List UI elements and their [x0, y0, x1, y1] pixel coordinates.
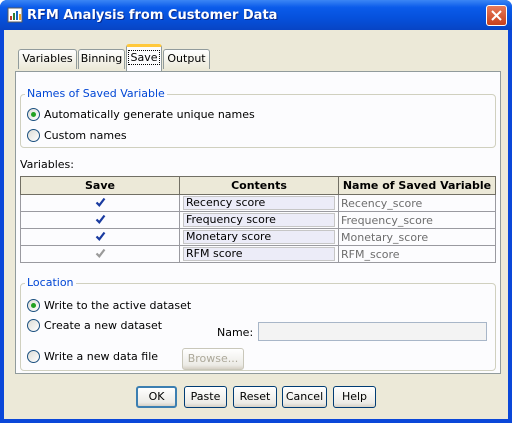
window-title: RFM Analysis from Customer Data	[27, 8, 278, 23]
tab-binning-label: Binning	[80, 52, 123, 65]
write-file-radio[interactable]	[27, 350, 40, 363]
column-header-contents: Contents	[179, 176, 339, 195]
column-header-save: Save	[20, 176, 180, 195]
contents-value: Monetary score	[183, 230, 335, 244]
tab-output[interactable]: Output	[163, 49, 210, 69]
contents-cell: RFM score	[179, 245, 339, 263]
table-row: RFM score RFM_score	[20, 245, 496, 263]
write-active-label: Write to the active dataset	[44, 299, 192, 312]
name-label: Name:	[217, 326, 254, 339]
help-button[interactable]: Help	[333, 386, 376, 408]
table-row: Monetary score Monetary_score	[20, 228, 496, 246]
create-dataset-radio[interactable]	[27, 319, 40, 332]
tab-save[interactable]: Save	[126, 44, 162, 71]
ok-button[interactable]: OK	[136, 386, 177, 408]
contents-value: Recency score	[183, 196, 335, 210]
auto-names-radio[interactable]	[27, 108, 40, 121]
contents-value: RFM score	[183, 247, 335, 261]
auto-names-label: Automatically generate unique names	[44, 108, 255, 121]
custom-names-radio[interactable]	[27, 129, 40, 142]
tab-binning[interactable]: Binning	[78, 49, 125, 69]
column-header-saved-name: Name of Saved Variable	[338, 176, 496, 195]
table-row: Frequency score Frequency_score	[20, 211, 496, 229]
dialog-window: RFM Analysis from Customer Data Variable…	[0, 0, 512, 423]
close-button[interactable]	[486, 5, 507, 26]
close-icon	[491, 10, 502, 21]
table-row: Recency score Recency_score	[20, 194, 496, 212]
paste-button[interactable]: Paste	[184, 386, 227, 408]
custom-names-label: Custom names	[44, 129, 127, 142]
app-icon	[7, 7, 23, 23]
cancel-button[interactable]: Cancel	[282, 386, 327, 408]
save-checkbox[interactable]	[95, 214, 106, 225]
save-cell	[20, 194, 180, 212]
saved-name-cell[interactable]: Recency_score	[338, 194, 496, 212]
contents-cell: Monetary score	[179, 228, 339, 246]
save-checkbox-disabled	[95, 248, 105, 258]
save-cell	[20, 211, 180, 229]
location-group-title: Location	[25, 276, 76, 289]
tab-save-label: Save	[128, 50, 160, 65]
tab-output-label: Output	[167, 52, 206, 65]
title-bar[interactable]: RFM Analysis from Customer Data	[0, 0, 512, 30]
save-cell	[20, 245, 180, 263]
variables-label: Variables:	[20, 158, 74, 171]
write-active-radio[interactable]	[27, 299, 40, 312]
dialog-client-area: Variables Binning Save Output Names of S…	[4, 30, 508, 419]
tab-variables-label: Variables	[22, 52, 73, 65]
location-group: Location Write to the active dataset Cre…	[20, 276, 496, 371]
contents-cell: Frequency score	[179, 211, 339, 229]
tab-variables[interactable]: Variables	[18, 49, 77, 69]
contents-cell: Recency score	[179, 194, 339, 212]
table-header-row: Save Contents Name of Saved Variable	[20, 176, 496, 195]
variables-table: Save Contents Name of Saved Variable Rec…	[20, 176, 496, 263]
dataset-name-input[interactable]	[258, 322, 487, 341]
browse-button[interactable]: Browse...	[182, 348, 244, 370]
contents-value: Frequency score	[183, 213, 335, 227]
saved-name-cell[interactable]: RFM_score	[338, 245, 496, 263]
save-cell	[20, 228, 180, 246]
saved-name-cell[interactable]: Frequency_score	[338, 211, 496, 229]
save-checkbox[interactable]	[95, 197, 106, 208]
create-dataset-label: Create a new dataset	[44, 319, 163, 332]
reset-button[interactable]: Reset	[233, 386, 277, 408]
names-group: Names of Saved Variable Automatically ge…	[20, 87, 496, 148]
save-checkbox[interactable]	[95, 231, 106, 242]
names-group-title: Names of Saved Variable	[25, 87, 167, 100]
write-file-label: Write a new data file	[44, 350, 159, 363]
save-tab-panel: Names of Saved Variable Automatically ge…	[15, 71, 501, 374]
saved-name-cell[interactable]: Monetary_score	[338, 228, 496, 246]
